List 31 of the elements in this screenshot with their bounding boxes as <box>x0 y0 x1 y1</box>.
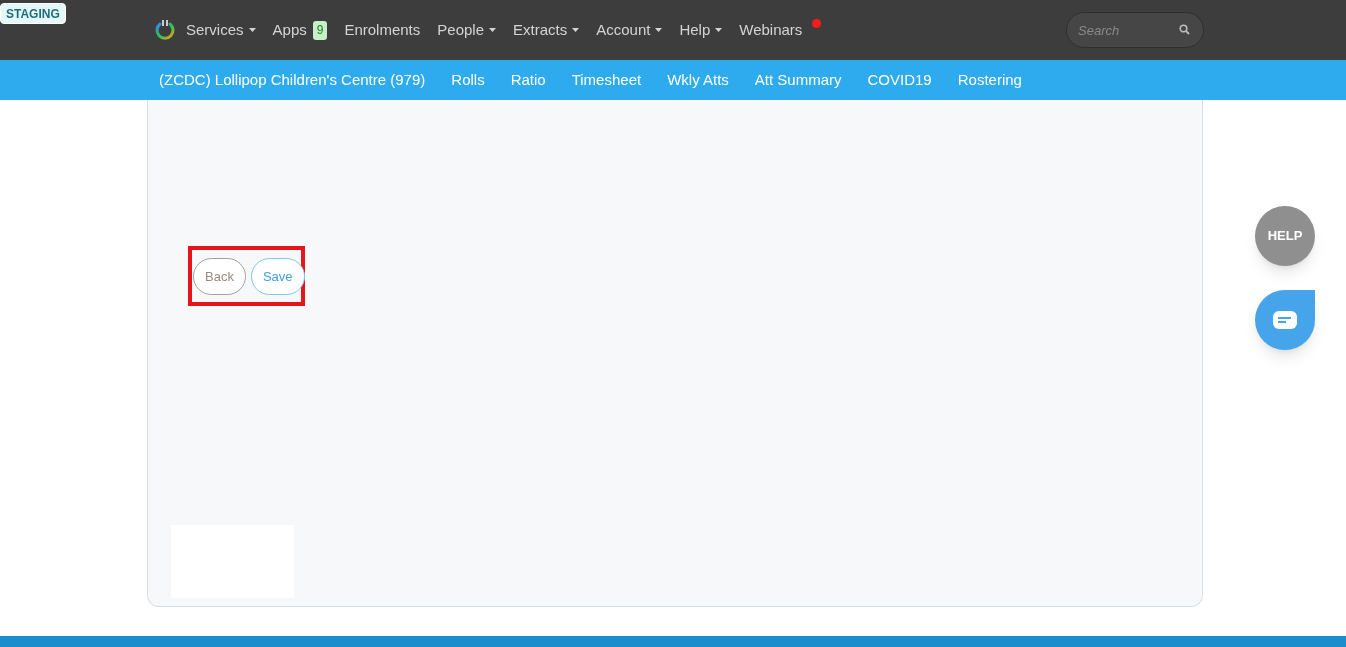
nav-link[interactable]: Webinars <box>739 18 822 42</box>
count-badge: 9 <box>312 20 328 40</box>
subnav-link[interactable]: Att Summary <box>754 68 842 92</box>
subnav-link[interactable]: Wkly Atts <box>667 68 729 92</box>
nav-link[interactable]: Account <box>596 18 663 42</box>
subnav-link[interactable]: COVID19 <box>867 68 932 92</box>
search-icon[interactable] <box>1179 24 1190 35</box>
subnav-link[interactable]: Rostering <box>957 68 1022 92</box>
chat-button[interactable] <box>1255 290 1315 350</box>
caret-icon <box>715 28 723 32</box>
nav-link[interactable]: Apps 9 <box>272 18 328 42</box>
subnav-link[interactable]: Ratio <box>510 68 546 92</box>
caret-icon <box>489 28 496 32</box>
environment-badge: STAGING <box>0 3 66 24</box>
nav-link[interactable]: Services <box>186 18 256 42</box>
nav-link[interactable]: Enrolments <box>344 18 421 42</box>
subnav-link[interactable]: Timesheet <box>571 68 642 92</box>
save-button[interactable]: Save <box>250 258 305 295</box>
subnav-link[interactable]: (ZCDC) Lollipop Children's Centre (979) <box>159 68 426 92</box>
nav-link[interactable]: Help <box>679 18 723 42</box>
back-button[interactable]: Back <box>193 258 246 295</box>
logo-icon <box>154 19 176 41</box>
caret-icon <box>248 28 256 32</box>
chat-icon <box>1273 311 1297 329</box>
subnav-link[interactable]: Rolls <box>451 68 485 92</box>
nav-link[interactable]: People <box>437 18 496 42</box>
nav-link[interactable]: Extracts <box>513 18 580 42</box>
search-field[interactable]: Search <box>1066 12 1204 48</box>
caret-icon <box>572 28 580 32</box>
help-button[interactable]: HELP <box>1255 206 1315 266</box>
caret-icon <box>655 28 663 32</box>
